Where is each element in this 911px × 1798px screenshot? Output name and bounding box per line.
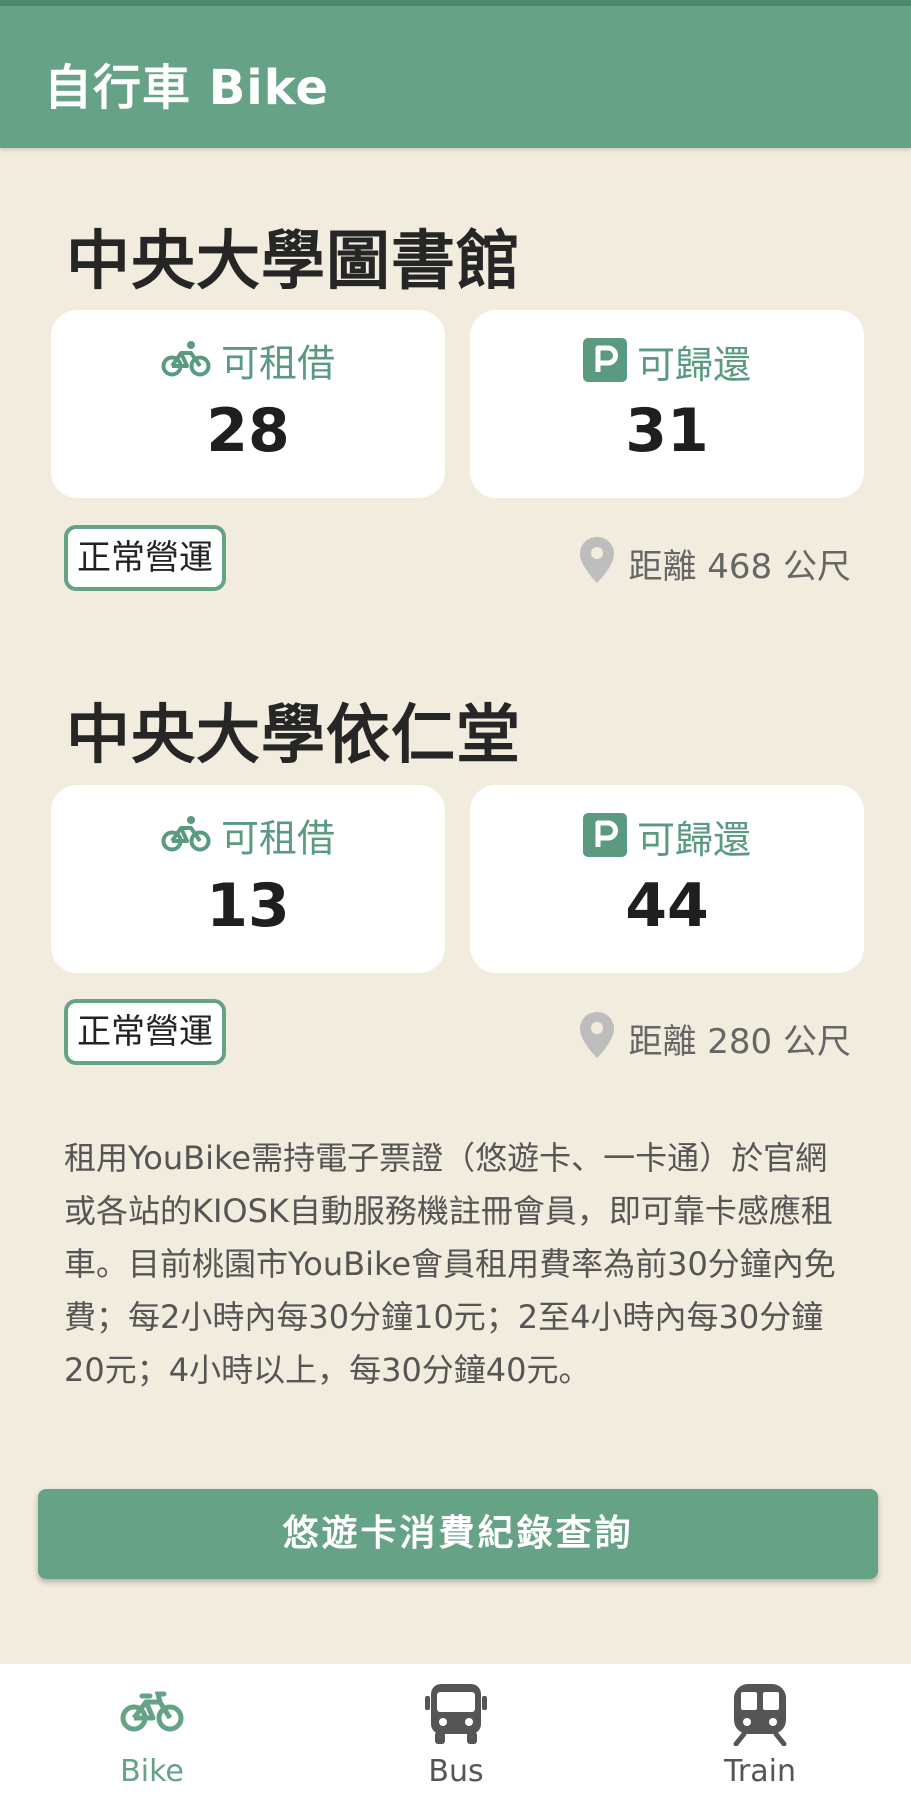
nav-label-bike: Bike [120,1754,184,1789]
easycard-history-button[interactable]: 悠遊卡消費紀錄查詢 [38,1489,878,1579]
distance-text: 距離 280 公尺 [628,1022,851,1062]
bottom-navigation: Bike Bus Train [0,1664,911,1798]
return-card: 可歸還 44 [470,785,864,973]
return-count: 44 [625,871,709,941]
nav-label-bus: Bus [428,1754,484,1789]
distance-text: 距離 468 公尺 [628,547,851,587]
app-bar: 自行車 Bike [0,6,911,148]
station-name: 中央大學依仁堂 [66,699,521,773]
fare-info-text: 租用YouBike需持電子票證（悠遊卡、一卡通）於官網或各站的KIOSK自動服務… [64,1139,836,1389]
location-pin-icon [578,1010,616,1074]
status-badge: 正常營運 [64,525,226,591]
distance-info: 距離 280 公尺 [578,1010,851,1074]
nav-item-bus[interactable]: Bus [356,1664,556,1798]
rent-count: 13 [206,871,290,941]
station-name: 中央大學圖書館 [66,225,521,299]
bus-icon [356,1682,556,1752]
return-label: 可歸還 [636,343,751,387]
nav-item-train[interactable]: Train [660,1664,860,1798]
bicycle-icon [161,340,211,388]
return-card: 可歸還 31 [470,310,864,498]
rent-label: 可租借 [220,341,335,386]
return-count: 31 [625,396,709,466]
nav-item-bike[interactable]: Bike [52,1664,252,1798]
distance-info: 距離 468 公尺 [578,535,851,599]
nav-label-train: Train [724,1754,796,1789]
train-icon [660,1682,860,1752]
status-badge: 正常營運 [64,999,226,1065]
return-label: 可歸還 [636,818,751,862]
bicycle-icon [161,815,211,863]
location-pin-icon [578,535,616,599]
bicycle-icon [52,1682,252,1752]
app-title: 自行車 Bike [44,60,329,116]
rent-count: 28 [206,396,290,466]
parking-icon [582,813,627,867]
rent-label: 可租借 [220,816,335,861]
rent-label-row: 可租借 [51,338,445,388]
return-label-row: 可歸還 [470,338,864,392]
rent-card: 可租借 13 [51,785,445,973]
rent-label-row: 可租借 [51,813,445,863]
parking-icon [582,338,627,392]
rent-card: 可租借 28 [51,310,445,498]
return-label-row: 可歸還 [470,813,864,867]
